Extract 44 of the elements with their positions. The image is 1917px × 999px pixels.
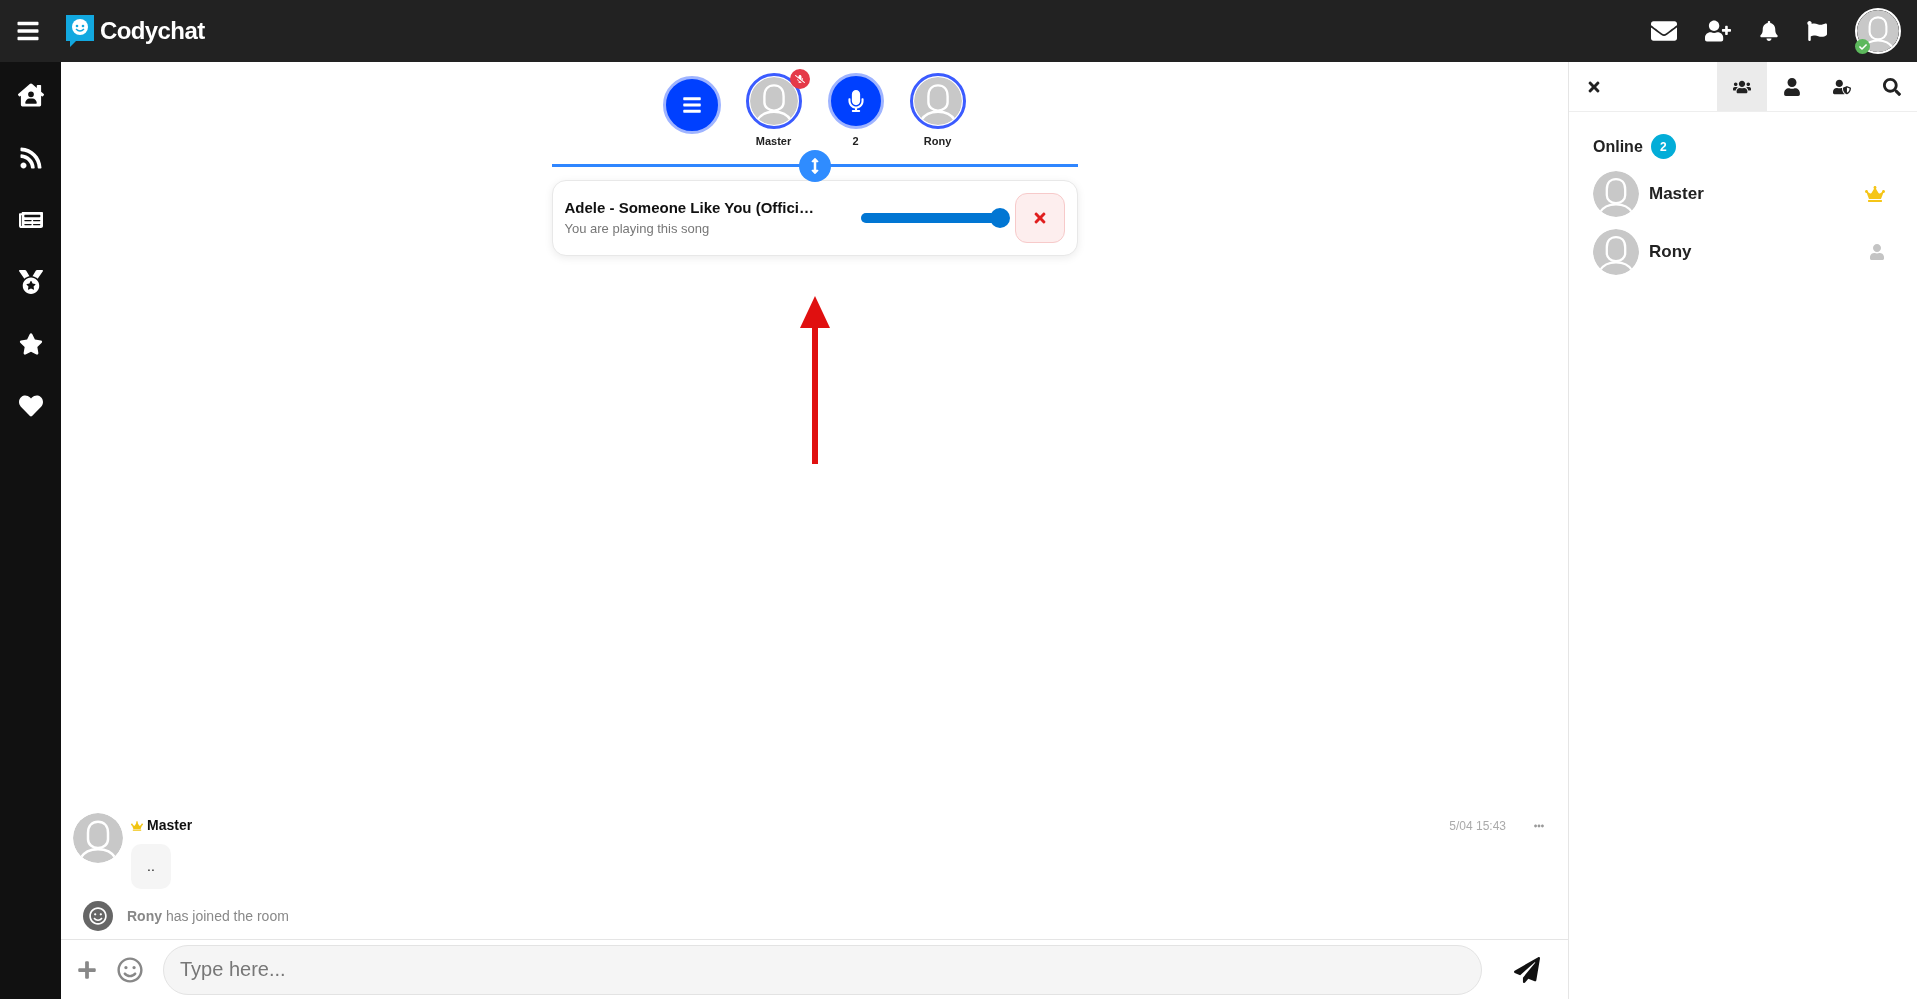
resize-handle[interactable] bbox=[798, 149, 831, 182]
send-icon[interactable] bbox=[1514, 956, 1540, 983]
speaker-name: 2 bbox=[852, 134, 859, 149]
user-icon bbox=[1869, 244, 1885, 260]
close-button[interactable] bbox=[1014, 192, 1065, 243]
song-status: You are playing this song bbox=[564, 220, 711, 238]
online-count: 2 bbox=[1650, 134, 1676, 159]
logo-text: Codychat bbox=[100, 16, 205, 46]
volume-slider[interactable] bbox=[860, 207, 1011, 228]
bell-icon[interactable] bbox=[1759, 21, 1779, 41]
speaker-name: Master bbox=[755, 134, 792, 149]
user-list-item[interactable]: Master bbox=[1593, 171, 1893, 217]
speaker-avatar bbox=[749, 77, 798, 125]
heart-icon[interactable] bbox=[18, 394, 43, 418]
crown-icon bbox=[1865, 184, 1885, 204]
message-time: 5/04 15:43 bbox=[1449, 817, 1506, 835]
user-avatar bbox=[1593, 171, 1639, 217]
menu-button[interactable] bbox=[662, 76, 721, 134]
user-list-item[interactable]: Rony bbox=[1593, 229, 1893, 275]
star-icon[interactable] bbox=[18, 332, 43, 356]
home-icon[interactable] bbox=[17, 82, 44, 108]
message-author[interactable]: Master bbox=[147, 815, 193, 836]
flag-icon[interactable] bbox=[1807, 21, 1827, 41]
emoji-icon[interactable] bbox=[117, 956, 143, 983]
add-icon[interactable] bbox=[77, 959, 97, 980]
medal-icon[interactable] bbox=[18, 270, 43, 294]
users-icon[interactable] bbox=[1717, 62, 1767, 111]
speaker-name: Rony bbox=[923, 134, 952, 149]
system-message: Rony has joined the room bbox=[127, 906, 289, 926]
speaker-avatar bbox=[913, 77, 962, 125]
user-avatar bbox=[1593, 229, 1639, 275]
menu-icon[interactable] bbox=[16, 19, 40, 43]
mail-icon[interactable] bbox=[1651, 18, 1677, 44]
message-bubble: .. bbox=[131, 844, 171, 889]
logo-icon bbox=[64, 13, 96, 49]
user-avatar bbox=[73, 813, 123, 863]
add-user-icon[interactable] bbox=[1705, 18, 1731, 44]
online-heading: Online bbox=[1593, 136, 1643, 157]
system-avatar-icon bbox=[83, 901, 113, 931]
menu-icon bbox=[681, 95, 702, 115]
rss-icon[interactable] bbox=[18, 146, 43, 170]
message-input[interactable]: Type here... bbox=[163, 944, 1482, 995]
profile-avatar bbox=[1857, 10, 1899, 52]
song-title: Adele - Someone Like You (Offici… bbox=[564, 197, 815, 218]
